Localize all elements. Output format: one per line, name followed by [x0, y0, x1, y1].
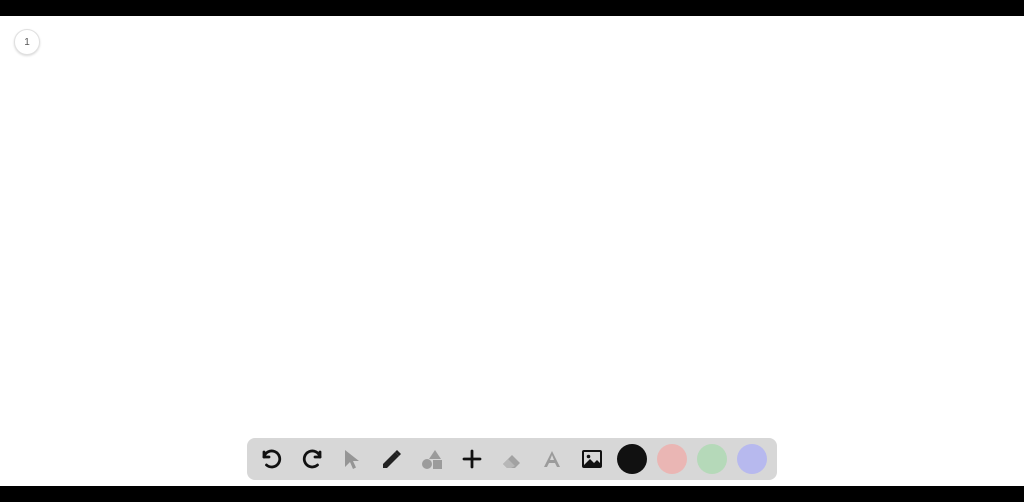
cursor-icon	[340, 447, 364, 471]
plus-icon	[460, 447, 484, 471]
color-swatch-purple[interactable]	[737, 444, 767, 474]
redo-button[interactable]	[297, 444, 327, 474]
text-icon	[540, 447, 564, 471]
canvas-area[interactable]	[0, 16, 1024, 486]
shapes-tool-button[interactable]	[417, 444, 447, 474]
select-tool-button[interactable]	[337, 444, 367, 474]
page-number-label: 1	[24, 37, 30, 48]
pencil-icon	[380, 447, 404, 471]
color-swatch-black[interactable]	[617, 444, 647, 474]
add-button[interactable]	[457, 444, 487, 474]
toolbar	[247, 438, 777, 480]
text-tool-button[interactable]	[537, 444, 567, 474]
undo-icon	[260, 447, 284, 471]
pencil-tool-button[interactable]	[377, 444, 407, 474]
eraser-icon	[500, 447, 524, 471]
page-number-badge[interactable]: 1	[14, 29, 40, 55]
shapes-icon	[420, 447, 444, 471]
color-swatch-green[interactable]	[697, 444, 727, 474]
image-icon	[580, 447, 604, 471]
redo-icon	[300, 447, 324, 471]
undo-button[interactable]	[257, 444, 287, 474]
color-swatch-pink[interactable]	[657, 444, 687, 474]
image-tool-button[interactable]	[577, 444, 607, 474]
eraser-tool-button[interactable]	[497, 444, 527, 474]
